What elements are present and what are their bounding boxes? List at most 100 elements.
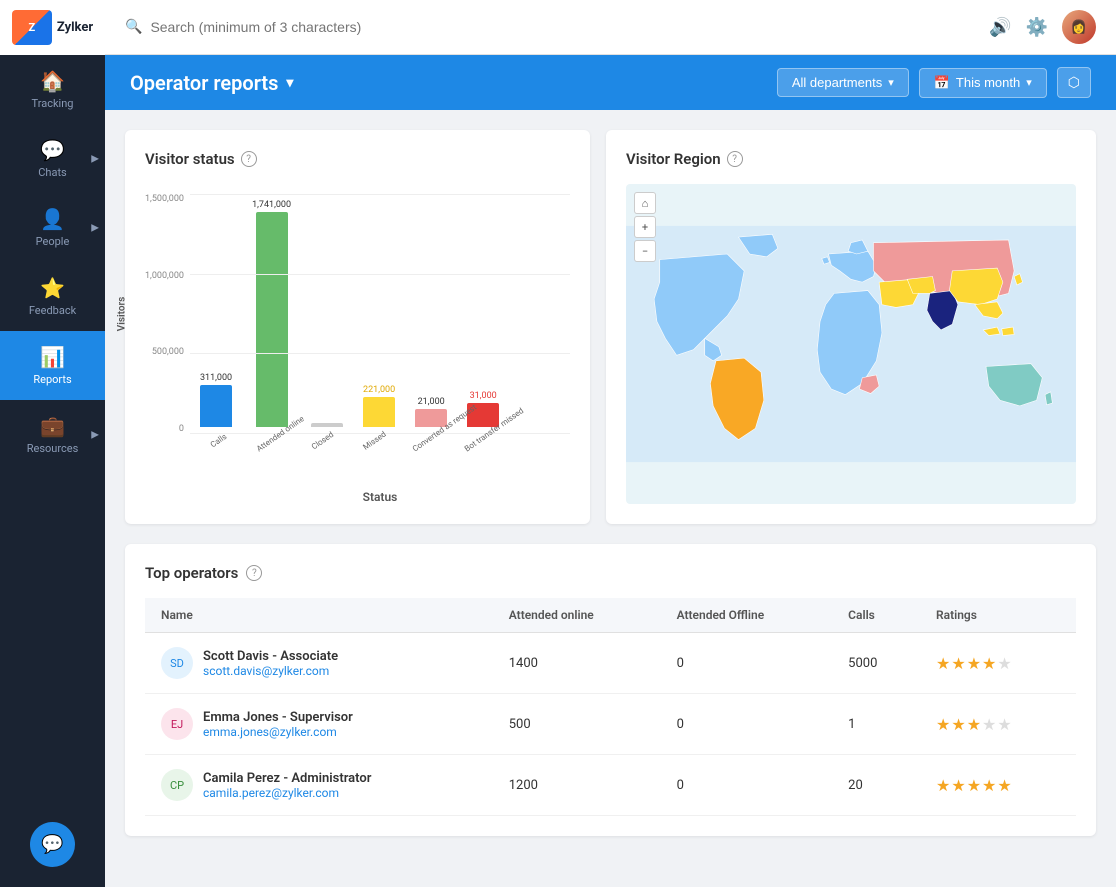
avatar[interactable]: 👩 (1062, 10, 1096, 44)
operators-table: Name Attended online Attended Offline Ca… (145, 598, 1076, 816)
visitor-region-title: Visitor Region (626, 150, 721, 168)
topbar: 🔍 🔊 ⚙️ 👩 (105, 0, 1116, 55)
operator-calls: 5000 (832, 633, 920, 694)
operator-avatar: CP (161, 769, 193, 801)
bar-bot-value: 31,000 (470, 391, 497, 401)
x-label-missed: Missed (359, 428, 390, 454)
world-map: ⌂ + − (626, 184, 1076, 504)
operator-attended-offline: 0 (661, 633, 833, 694)
operator-avatar: SD (161, 647, 193, 679)
operator-ratings: ★★★★★ (920, 633, 1076, 694)
col-attended-offline: Attended Offline (661, 598, 833, 633)
operator-avatar: EJ (161, 708, 193, 740)
x-axis-label: Status (190, 490, 570, 504)
time-filter-button[interactable]: 📅 This month ▾ (919, 68, 1047, 98)
briefcase-icon: 💼 (40, 414, 65, 438)
y-label-0: 0 (179, 424, 184, 434)
search-input[interactable] (150, 19, 450, 35)
home-icon: 🏠 (40, 69, 65, 93)
header-actions: All departments ▾ 📅 This month ▾ ⬡ (777, 67, 1091, 98)
header-bar: Operator reports ▾ All departments ▾ 📅 T… (105, 55, 1116, 110)
chats-expand-icon: ▶ (91, 153, 99, 164)
time-chevron-icon: ▾ (1026, 76, 1032, 89)
top-operators-info-icon[interactable]: ? (246, 565, 262, 581)
bar-missed: 221,000 (363, 385, 395, 427)
sidebar-label-resources: Resources (27, 442, 79, 455)
col-attended-online: Attended online (493, 598, 661, 633)
operator-email: camila.perez@zylker.com (203, 786, 371, 800)
top-operators-section: Top operators ? Name Attended online Att… (125, 544, 1096, 836)
col-ratings: Ratings (920, 598, 1076, 633)
operator-calls: 1 (832, 694, 920, 755)
settings-icon[interactable]: ⚙️ (1026, 17, 1048, 38)
map-svg (626, 184, 1076, 504)
calendar-icon: 📅 (934, 75, 950, 91)
col-calls: Calls (832, 598, 920, 633)
bar-converted-value: 21,000 (418, 397, 445, 407)
operator-name: Emma Jones - Supervisor (203, 710, 353, 725)
operator-name-cell: SD Scott Davis - Associate scott.davis@z… (145, 633, 493, 694)
visitor-region-info-icon[interactable]: ? (727, 151, 743, 167)
map-home-button[interactable]: ⌂ (634, 192, 656, 214)
sidebar-label-people: People (36, 235, 70, 248)
chat-icon: 💬 (40, 138, 65, 162)
visitor-region-card: Visitor Region ? ⌂ + − (606, 130, 1096, 524)
y-axis-label: Visitors (117, 297, 128, 331)
table-header-row: Name Attended online Attended Offline Ca… (145, 598, 1076, 633)
map-zoom-out-button[interactable]: − (634, 240, 656, 262)
export-button[interactable]: ⬡ (1057, 67, 1091, 98)
sidebar-label-chats: Chats (38, 166, 66, 179)
x-label-attended: Attended online (255, 428, 286, 454)
x-label-closed: Closed (307, 428, 338, 454)
operator-attended-online: 500 (493, 694, 661, 755)
operator-name: Scott Davis - Associate (203, 649, 338, 664)
operator-email: scott.davis@zylker.com (203, 664, 338, 678)
table-row: SD Scott Davis - Associate scott.davis@z… (145, 633, 1076, 694)
x-label-bot: Bot transfer missed (463, 428, 494, 454)
visitor-region-header: Visitor Region ? (626, 150, 1076, 168)
y-label-1000000: 1,000,000 (145, 271, 184, 281)
map-zoom-in-button[interactable]: + (634, 216, 656, 238)
sidebar-item-reports[interactable]: 📊 Reports (0, 331, 105, 400)
visitor-status-card: Visitor status ? 1,500,000 1,000,000 500… (125, 130, 590, 524)
visitor-status-info-icon[interactable]: ? (241, 151, 257, 167)
charts-row: Visitor status ? 1,500,000 1,000,000 500… (125, 130, 1096, 524)
bar-attended-online: 1,741,000 (252, 200, 291, 427)
top-operators-header: Top operators ? (145, 564, 1076, 582)
resources-expand-icon: ▶ (91, 429, 99, 440)
title-chevron-icon[interactable]: ▾ (286, 75, 293, 91)
operator-name-cell: EJ Emma Jones - Supervisor emma.jones@zy… (145, 694, 493, 755)
sidebar-label-tracking: Tracking (32, 97, 74, 110)
star-icon: ⭐ (40, 276, 65, 300)
department-filter-button[interactable]: All departments ▾ (777, 68, 909, 97)
map-controls: ⌂ + − (634, 192, 656, 262)
people-icon: 👤 (40, 207, 65, 231)
page-title: Operator reports ▾ (130, 71, 293, 95)
top-operators-title: Top operators (145, 564, 238, 582)
operator-attended-online: 1200 (493, 755, 661, 816)
sidebar-item-feedback[interactable]: ⭐ Feedback (0, 262, 105, 331)
bar-calls: 311,000 (200, 373, 232, 427)
sidebar-item-resources[interactable]: 💼 Resources ▶ (0, 400, 105, 469)
sidebar-item-people[interactable]: 👤 People ▶ (0, 193, 105, 262)
logo: Z Zylker (0, 0, 105, 55)
chat-fab-button[interactable]: 💬 (30, 822, 75, 867)
time-filter-label: This month (956, 75, 1020, 90)
search-wrap: 🔍 (125, 19, 979, 35)
sidebar-item-tracking[interactable]: 🏠 Tracking (0, 55, 105, 124)
sidebar: Z Zylker 🏠 Tracking 💬 Chats ▶ 👤 People ▶… (0, 0, 105, 887)
sidebar-item-chats[interactable]: 💬 Chats ▶ (0, 124, 105, 193)
sound-icon[interactable]: 🔊 (989, 17, 1011, 38)
bar-missed-rect (363, 397, 395, 427)
operator-ratings: ★★★★★ (920, 694, 1076, 755)
main-content: 🔍 🔊 ⚙️ 👩 Operator reports ▾ All departme… (105, 0, 1116, 887)
operator-attended-offline: 0 (661, 755, 833, 816)
bar-calls-rect (200, 385, 232, 427)
x-label-converted: Converted as request (411, 428, 442, 454)
visitor-status-title: Visitor status (145, 150, 235, 168)
operator-name: Camila Perez - Administrator (203, 771, 371, 786)
logo-text: Zylker (57, 20, 93, 35)
search-icon: 🔍 (125, 19, 142, 35)
sidebar-label-reports: Reports (33, 373, 71, 386)
x-label-calls: Calls (203, 428, 234, 454)
